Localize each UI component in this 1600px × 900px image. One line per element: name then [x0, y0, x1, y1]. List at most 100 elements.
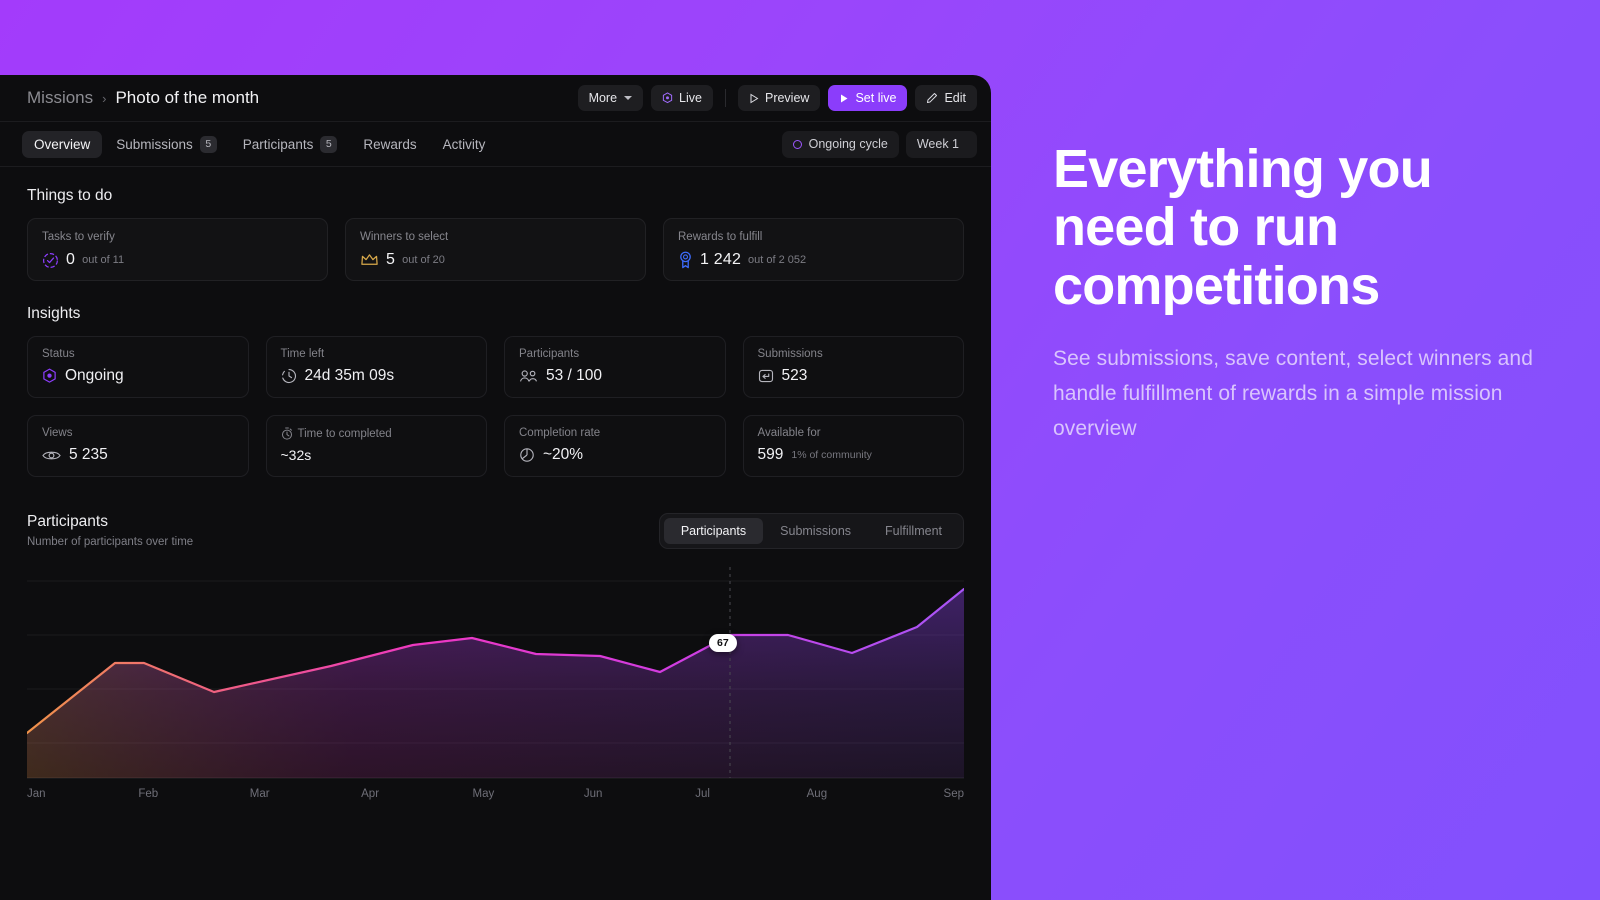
breadcrumb-separator-icon: › [102, 90, 107, 106]
breadcrumb-root[interactable]: Missions [27, 88, 93, 108]
insights-title: Insights [27, 305, 81, 322]
submission-icon [758, 368, 774, 384]
insight-card-participants: Participants 53 / 100 [504, 336, 726, 398]
todo-value: 1 242 [700, 251, 742, 268]
participants-area-chart [27, 567, 964, 779]
stopwatch-icon [281, 427, 293, 440]
week-selector[interactable]: Week 1 [905, 130, 977, 158]
insight-value: Ongoing [65, 367, 124, 384]
x-tick-aug: Aug [806, 788, 828, 800]
chart-segmented-control: Participants Submissions Fulfillment [658, 513, 964, 549]
check-circle-icon [42, 252, 59, 269]
live-status-button[interactable]: Live [651, 85, 713, 111]
insight-card-completion-rate: Completion rate ~20% [504, 415, 726, 477]
insight-card-status: Status Ongoing [27, 336, 249, 398]
tab-participants[interactable]: Participants 5 [231, 131, 350, 158]
header-actions: More Live Preview Set live Edit [577, 85, 977, 111]
chart-header: Participants Number of participants over… [27, 513, 964, 549]
todo-card-winners-to-select[interactable]: Winners to select 5 out of 20 [345, 218, 646, 281]
breadcrumb: Missions › Photo of the month [27, 88, 259, 108]
live-button-label: Live [679, 90, 702, 105]
people-icon [519, 369, 538, 384]
eye-icon [42, 449, 61, 462]
tab-submissions[interactable]: Submissions 5 [104, 131, 229, 158]
play-outline-icon [749, 93, 759, 104]
insight-note: 1% of community [791, 449, 872, 461]
chart-subtitle: Number of participants over time [27, 536, 194, 548]
chart-x-axis: Jan Feb Mar Apr May Jun Jul Aug Sep [27, 788, 964, 800]
app-header: Missions › Photo of the month More Live [0, 75, 991, 122]
x-tick-jul: Jul [695, 788, 710, 800]
tab-submissions-badge: 5 [199, 135, 217, 153]
tabs-right-controls: Ongoing cycle Week 1 [781, 130, 977, 158]
insight-label: Available for [757, 427, 821, 439]
tab-submissions-label: Submissions [116, 136, 193, 152]
x-tick-mar: Mar [249, 788, 270, 800]
x-tick-jan: Jan [27, 788, 46, 800]
insight-value: 53 / 100 [546, 367, 603, 384]
app-body: Things to do Tasks to verify 0 out of 11 [0, 167, 991, 807]
marketing-panel: Everything you need to run competitions … [1053, 140, 1533, 447]
todo-card-tasks-to-verify[interactable]: Tasks to verify 0 out of 11 [27, 218, 328, 281]
preview-button[interactable]: Preview [737, 85, 821, 111]
tab-overview-label: Overview [34, 136, 91, 152]
edit-button-label: Edit [944, 90, 966, 105]
insight-value: 599 [757, 446, 784, 463]
chart-title: Participants [27, 513, 108, 530]
preview-button-label: Preview [764, 90, 810, 105]
segment-submissions[interactable]: Submissions [763, 518, 868, 544]
ongoing-cycle-chip[interactable]: Ongoing cycle [781, 130, 899, 158]
things-to-do-grid: Tasks to verify 0 out of 11 Winners to s… [27, 218, 964, 281]
insight-card-available-for: Available for 599 1% of community [742, 415, 964, 477]
edit-button[interactable]: Edit [915, 85, 977, 111]
things-to-do-title: Things to do [27, 187, 113, 204]
hexagon-status-icon [42, 368, 57, 384]
todo-label: Tasks to verify [42, 231, 115, 243]
insight-card-time-to-completed: Time to completed ~32s [265, 415, 487, 477]
insight-card-time-left: Time left 24d 35m 09s [265, 336, 487, 398]
tab-participants-badge: 5 [320, 135, 338, 153]
chart-area[interactable]: 67 Jan Feb Mar Apr May Jun Jul Aug Sep [27, 567, 964, 807]
x-tick-may: May [472, 788, 495, 800]
marketing-heading: Everything you need to run competitions [1053, 139, 1433, 316]
participants-chart-block: Participants Number of participants over… [27, 513, 964, 807]
insight-label: Views [42, 427, 73, 439]
insight-label: Submissions [757, 348, 823, 360]
segment-fulfillment[interactable]: Fulfillment [868, 518, 959, 544]
todo-sub: out of 11 [82, 254, 125, 266]
x-tick-apr: Apr [361, 788, 380, 800]
tab-list: Overview Submissions 5 Participants 5 Re… [22, 130, 498, 158]
tab-rewards[interactable]: Rewards [351, 131, 428, 158]
crown-icon [360, 252, 379, 268]
chart-tooltip: 67 [709, 634, 737, 652]
more-button[interactable]: More [577, 85, 644, 111]
insight-value: 24d 35m 09s [304, 367, 395, 384]
page-title: Photo of the month [115, 88, 260, 107]
chart-area-fill-warm [27, 589, 964, 778]
tab-activity-label: Activity [442, 136, 486, 152]
chevron-down-icon [624, 96, 633, 100]
insights-grid: Status Ongoing Time left 24d 35m 09s Par… [27, 336, 964, 477]
todo-sub: out of 2 052 [748, 254, 807, 266]
insight-card-submissions: Submissions 523 [742, 336, 964, 398]
todo-card-rewards-to-fulfill[interactable]: Rewards to fulfill 1 242 out of 2 052 [663, 218, 964, 281]
clock-icon [281, 368, 297, 384]
insight-value: 5 235 [69, 446, 108, 463]
insight-label: Time to completed [297, 427, 392, 440]
todo-sub: out of 20 [402, 254, 445, 266]
x-tick-jun: Jun [583, 788, 603, 800]
x-tick-sep: Sep [943, 788, 964, 800]
pie-icon [519, 447, 535, 463]
tab-overview[interactable]: Overview [22, 130, 103, 158]
insight-label: Completion rate [519, 427, 601, 439]
x-tick-feb: Feb [138, 788, 159, 800]
insight-value: 523 [781, 367, 808, 384]
week-selector-label: Week 1 [916, 137, 959, 151]
set-live-button[interactable]: Set live [828, 85, 908, 111]
segment-participants[interactable]: Participants [663, 518, 764, 544]
tab-activity[interactable]: Activity [431, 131, 498, 158]
pencil-icon [926, 92, 938, 104]
insight-value: ~20% [543, 446, 584, 463]
insight-value: ~32s [280, 447, 312, 463]
todo-value: 0 [66, 251, 76, 268]
